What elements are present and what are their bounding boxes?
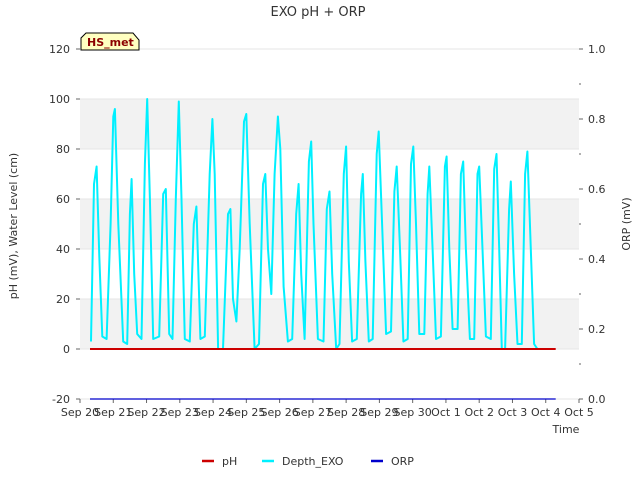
station-badge-text: HS_met xyxy=(87,36,134,49)
y2-tick-label: 0.4 xyxy=(588,253,606,266)
y2-tick-label: 0.8 xyxy=(588,113,606,126)
chart-title: EXO pH + ORP xyxy=(271,5,366,20)
y2-axis-ticks: 0.0 0.2 0.4 0.6 0.8 1.0 xyxy=(579,43,606,406)
x-tick-label: Oct 3 xyxy=(498,406,528,419)
y-axis-ticks: -20 0 20 40 60 80 100 120 xyxy=(49,43,80,406)
x-tick-label: Sep 30 xyxy=(394,406,432,419)
y-tick-label: 20 xyxy=(56,293,70,306)
legend-label: Depth_EXO xyxy=(282,455,344,468)
x-axis-label: Time xyxy=(552,423,580,436)
grid-band xyxy=(80,299,579,349)
y2-tick-label: 0.2 xyxy=(588,323,606,336)
x-tick-label: Oct 5 xyxy=(564,406,594,419)
y-tick-label: -20 xyxy=(52,393,70,406)
grid-bands xyxy=(80,48,579,400)
y-tick-label: 100 xyxy=(49,93,70,106)
y2-axis-label: ORP (mV) xyxy=(620,197,633,250)
y-tick-label: 120 xyxy=(49,43,70,56)
y2-tick-label: 0.6 xyxy=(588,183,606,196)
legend-label: pH xyxy=(222,455,237,468)
x-tick-label: Oct 4 xyxy=(531,406,561,419)
chart: Sep 20Sep 21Sep 22Sep 23Sep 24Sep 25Sep … xyxy=(7,5,633,468)
y-tick-label: 0 xyxy=(63,343,70,356)
station-badge: HS_met xyxy=(80,32,140,51)
y-tick-label: 40 xyxy=(56,243,70,256)
x-axis-ticks: Sep 20Sep 21Sep 22Sep 23Sep 24Sep 25Sep … xyxy=(61,399,594,419)
y2-tick-label: 1.0 xyxy=(588,43,606,56)
grid-band xyxy=(80,99,579,149)
y-axis-label: pH (mV), Water Level (cm) xyxy=(7,153,20,299)
legend-label: ORP xyxy=(391,455,414,468)
x-tick-label: Oct 1 xyxy=(431,406,461,419)
chart-root: Sep 20 Sep 21 Sep 22 Sep 23 Sep 24 Sep 25 Sep … xyxy=(0,0,640,480)
y-tick-label: 80 xyxy=(56,143,70,156)
legend: pH Depth_EXO ORP xyxy=(202,455,414,468)
y-tick-label: 60 xyxy=(56,193,70,206)
y2-tick-label: 0.0 xyxy=(588,393,606,406)
x-tick-label: Oct 2 xyxy=(464,406,494,419)
